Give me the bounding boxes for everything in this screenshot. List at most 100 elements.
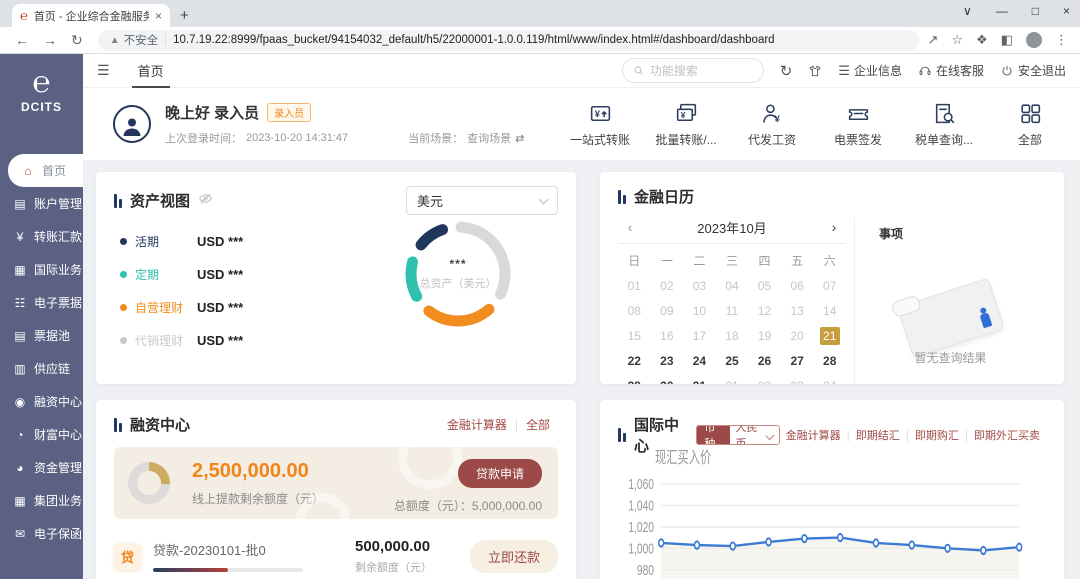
browser-profile-avatar[interactable] bbox=[1026, 32, 1042, 48]
calendar-next-icon[interactable]: › bbox=[822, 219, 846, 235]
repay-now-button[interactable]: 立即还款 bbox=[470, 540, 558, 573]
sidebar-item-集团业务[interactable]: ▦集团业务 bbox=[0, 484, 83, 517]
window-chevron-icon[interactable]: ∨ bbox=[963, 4, 972, 18]
quick-action-批量转账/...[interactable]: ¥批量转账/... bbox=[656, 101, 716, 148]
calendar-day[interactable]: 02 bbox=[651, 273, 684, 298]
calendar-day[interactable]: 15 bbox=[618, 323, 651, 348]
calendar-day[interactable]: 24 bbox=[683, 348, 716, 373]
sidebar-item-资金管理[interactable]: ◕资金管理 bbox=[0, 451, 83, 484]
calendar-day[interactable]: 13 bbox=[781, 298, 814, 323]
online-service-button[interactable]: 在线客服 bbox=[918, 62, 984, 79]
new-tab-button[interactable]: + bbox=[180, 7, 189, 27]
international-link-即期外汇买卖[interactable]: 即期外汇买卖 bbox=[968, 427, 1046, 443]
window-minimize-icon[interactable]: — bbox=[996, 4, 1008, 18]
calendar-day[interactable]: 14 bbox=[813, 298, 846, 323]
calendar-day[interactable]: 04 bbox=[716, 273, 749, 298]
calendar-day[interactable]: 29 bbox=[618, 373, 651, 384]
calendar-day[interactable]: 03 bbox=[781, 373, 814, 384]
loan-remaining-amount: 500,000.00 bbox=[355, 538, 432, 555]
sidebar-item-电子票据[interactable]: ☷电子票据 bbox=[0, 286, 83, 319]
calendar-day[interactable]: 25 bbox=[716, 348, 749, 373]
international-link-即期购汇[interactable]: 即期购汇 bbox=[909, 427, 965, 443]
calendar-day[interactable]: 07 bbox=[813, 273, 846, 298]
sidebar-item-账户管理[interactable]: ▤账户管理 bbox=[0, 187, 83, 220]
side-panel-icon[interactable]: ◧ bbox=[1001, 32, 1013, 48]
quick-action-代发工资[interactable]: ¥代发工资 bbox=[742, 101, 802, 148]
sidebar-item-首页[interactable]: ⌂首页 bbox=[8, 154, 83, 187]
calendar-day[interactable]: 05 bbox=[748, 273, 781, 298]
calendar-day[interactable]: 30 bbox=[651, 373, 684, 384]
eye-off-icon[interactable] bbox=[198, 191, 213, 211]
donut-center-value: *** bbox=[449, 257, 466, 271]
browser-tab[interactable]: ℮ 首页 - 企业综合金融服务平台 × bbox=[12, 4, 170, 27]
url-text: 10.7.19.22:8999/fpaas_bucket/94154032_de… bbox=[173, 34, 774, 46]
calendar-day[interactable]: 26 bbox=[748, 348, 781, 373]
enterprise-info-button[interactable]: ☰企业信息 bbox=[838, 62, 902, 79]
calendar-day[interactable]: 12 bbox=[748, 298, 781, 323]
window-close-icon[interactable]: × bbox=[1063, 4, 1070, 18]
share-icon[interactable]: ↗ bbox=[927, 32, 938, 48]
tab-close-icon[interactable]: × bbox=[155, 9, 162, 23]
bookmark-star-icon[interactable]: ☆ bbox=[951, 32, 963, 48]
quick-action-全部[interactable]: 全部 bbox=[1000, 101, 1060, 148]
sidebar-item-融资中心[interactable]: ◉融资中心 bbox=[0, 385, 83, 418]
loan-apply-button[interactable]: 贷款申请 bbox=[458, 459, 542, 488]
quick-action-一站式转账[interactable]: ¥一站式转账 bbox=[570, 101, 630, 148]
calendar-day[interactable]: 16 bbox=[651, 323, 684, 348]
calendar-day[interactable]: 20 bbox=[781, 323, 814, 348]
calendar-day[interactable]: 06 bbox=[781, 273, 814, 298]
fx-rate-line-chart: 现汇买入价1,0601,0401,0201,0009809609482023-0… bbox=[610, 448, 1056, 579]
calendar-day[interactable]: 17 bbox=[683, 323, 716, 348]
svg-text:1,000: 1,000 bbox=[628, 540, 654, 558]
scene-switch-icon[interactable]: ⇄ bbox=[515, 132, 524, 145]
calendar-day-selected[interactable]: 21 bbox=[813, 323, 846, 348]
calendar-day[interactable]: 23 bbox=[651, 348, 684, 373]
international-link-金融计算器[interactable]: 金融计算器 bbox=[780, 427, 847, 443]
financing-link-金融计算器[interactable]: 金融计算器 bbox=[439, 416, 515, 433]
calendar-day[interactable]: 01 bbox=[716, 373, 749, 384]
address-field[interactable]: ▲ 不安全 | 10.7.19.22:8999/fpaas_bucket/941… bbox=[98, 30, 920, 51]
quick-action-税单查询...[interactable]: 税单查询... bbox=[914, 101, 974, 148]
quick-action-电票签发[interactable]: 电票签发 bbox=[828, 101, 888, 148]
calendar-day[interactable]: 22 bbox=[618, 348, 651, 373]
sidebar-item-电子保函[interactable]: ✉电子保函 bbox=[0, 517, 83, 550]
currency-select[interactable]: 美元 bbox=[406, 186, 558, 215]
calendar-day[interactable]: 08 bbox=[618, 298, 651, 323]
international-link-即期结汇[interactable]: 即期结汇 bbox=[850, 427, 906, 443]
tab-home[interactable]: 首页 bbox=[132, 54, 170, 88]
calendar-day[interactable]: 02 bbox=[748, 373, 781, 384]
calendar-day[interactable]: 01 bbox=[618, 273, 651, 298]
theme-skin-icon[interactable] bbox=[808, 64, 822, 78]
refresh-icon[interactable]: ↻ bbox=[780, 62, 793, 80]
greeting-row: 晚上好 录入员 录入员 上次登录时间： 2023-10-20 14:31:47 … bbox=[83, 88, 1080, 160]
person-icon bbox=[120, 114, 144, 138]
chrome-menu-icon[interactable]: ⋮ bbox=[1055, 32, 1068, 48]
calendar-prev-icon[interactable]: ‹ bbox=[618, 219, 642, 235]
calendar-day[interactable]: 27 bbox=[781, 348, 814, 373]
collapse-menu-icon[interactable]: ☰ bbox=[97, 62, 110, 79]
financing-link-全部[interactable]: 全部 bbox=[518, 416, 558, 433]
sidebar-item-供应链[interactable]: ▥供应链 bbox=[0, 352, 83, 385]
sidebar-item-财富中心[interactable]: ◔财富中心 bbox=[0, 418, 83, 451]
calendar-day[interactable]: 28 bbox=[813, 348, 846, 373]
forward-icon[interactable]: → bbox=[43, 32, 57, 48]
calendar-day[interactable]: 10 bbox=[683, 298, 716, 323]
calendar-day[interactable]: 18 bbox=[716, 323, 749, 348]
currency-type-select[interactable]: 币种 人民币 bbox=[696, 425, 779, 445]
reload-icon[interactable]: ↻ bbox=[71, 32, 83, 49]
back-icon[interactable]: ← bbox=[15, 32, 29, 48]
calendar-day[interactable]: 31 bbox=[683, 373, 716, 384]
function-search[interactable] bbox=[622, 58, 764, 83]
search-input[interactable] bbox=[650, 64, 753, 78]
calendar-day[interactable]: 19 bbox=[748, 323, 781, 348]
safe-exit-button[interactable]: 安全退出 bbox=[1000, 62, 1066, 79]
calendar-day[interactable]: 11 bbox=[716, 298, 749, 323]
calendar-day[interactable]: 03 bbox=[683, 273, 716, 298]
sidebar-item-国际业务[interactable]: ▦国际业务 bbox=[0, 253, 83, 286]
calendar-day[interactable]: 04 bbox=[813, 373, 846, 384]
window-maximize-icon[interactable]: □ bbox=[1032, 4, 1039, 18]
sidebar-item-转账汇款[interactable]: ¥转账汇款 bbox=[0, 220, 83, 253]
sidebar-item-票据池[interactable]: ▤票据池 bbox=[0, 319, 83, 352]
extensions-icon[interactable]: ❖ bbox=[976, 32, 988, 48]
calendar-day[interactable]: 09 bbox=[651, 298, 684, 323]
